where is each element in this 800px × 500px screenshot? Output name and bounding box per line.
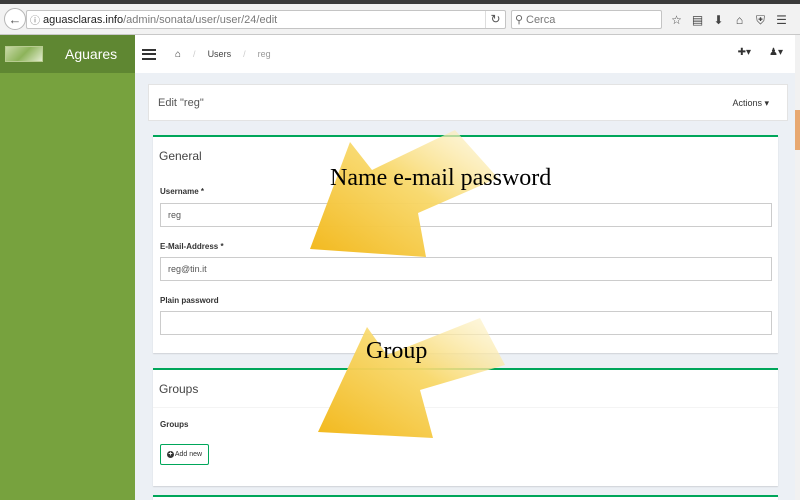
breadcrumb-separator: / <box>193 49 196 59</box>
groups-panel: Groups Groups + Add new <box>153 368 778 486</box>
next-panel <box>153 495 778 500</box>
back-arrow-icon[interactable]: ← <box>4 8 26 30</box>
email-label: E-Mail-Address * <box>160 242 224 251</box>
home-browser-icon[interactable]: ⌂ <box>729 10 750 30</box>
brand-name: Aguares <box>65 46 118 62</box>
actions-label: Actions <box>732 98 762 108</box>
plus-circle-icon: + <box>166 451 174 458</box>
groups-field-label: Groups <box>160 420 189 429</box>
annotation-bottom-text: Group <box>366 338 428 364</box>
panel-divider <box>153 407 778 408</box>
logo-image <box>5 46 43 62</box>
user-dropdown-icon[interactable]: ♟▾ <box>769 47 783 58</box>
page-scrollbar[interactable] <box>795 35 800 500</box>
url-host: aguasclaras.info <box>43 13 124 26</box>
email-field[interactable]: reg@tin.it <box>160 257 772 281</box>
download-icon[interactable]: ⬇ <box>708 10 729 30</box>
sidebar-toggle-icon[interactable] <box>142 48 156 60</box>
url-path: /admin/sonata/user/user/24/edit <box>123 13 278 26</box>
annotation-top-text: Name e-mail password <box>330 165 552 191</box>
username-label: Username * <box>160 187 205 196</box>
add-dropdown-icon[interactable]: ✚▾ <box>738 47 751 58</box>
page-title: Edit "reg" <box>158 97 204 109</box>
address-bar[interactable]: ⓘ aguasclaras.info/admin/sonata/user/use… <box>26 10 506 29</box>
reload-icon[interactable]: ↻ <box>485 11 505 28</box>
search-placeholder: Cerca <box>526 13 556 26</box>
sidebar <box>0 35 135 500</box>
scrollbar-thumb[interactable] <box>795 110 800 150</box>
add-new-label: Add new <box>174 451 203 458</box>
general-title: General <box>159 149 202 163</box>
username-field[interactable]: reg <box>160 203 772 227</box>
top-navbar: ⌂ / Users / reg ✚▾ ♟▾ <box>135 35 795 73</box>
groups-title: Groups <box>159 382 199 396</box>
breadcrumb-current: reg <box>257 49 271 59</box>
menu-icon[interactable]: ☰ <box>771 10 792 30</box>
browser-tool-icons: ☆ ▤ ⬇ ⌂ ⛨ ☰ <box>666 10 792 30</box>
breadcrumb-separator: / <box>243 49 246 59</box>
add-new-button[interactable]: + Add new <box>160 444 209 465</box>
brand-header[interactable]: Aguares <box>0 35 135 73</box>
browser-toolbar: ← ⓘ aguasclaras.info/admin/sonata/user/u… <box>0 4 800 35</box>
clipboard-icon[interactable]: ▤ <box>687 10 708 30</box>
shield-icon[interactable]: ⛨ <box>750 10 771 30</box>
password-label: Plain password <box>160 296 219 305</box>
browser-search-input[interactable]: ⚲ Cerca <box>511 10 662 29</box>
password-field[interactable] <box>160 311 772 335</box>
bookmark-star-icon[interactable]: ☆ <box>666 10 687 30</box>
info-icon[interactable]: ⓘ <box>27 12 43 27</box>
actions-dropdown[interactable]: Actions ▾ <box>732 98 769 109</box>
page-header: Edit "reg" Actions ▾ <box>148 84 788 121</box>
search-icon: ⚲ <box>514 14 524 26</box>
home-icon[interactable]: ⌂ <box>175 49 181 60</box>
breadcrumb-users[interactable]: Users <box>208 49 232 59</box>
